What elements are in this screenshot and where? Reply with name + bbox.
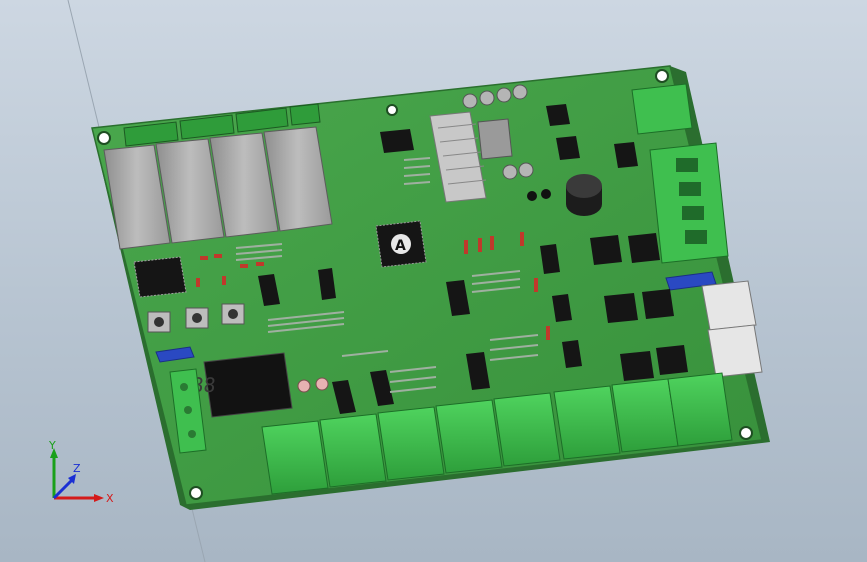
- 3d-viewport[interactable]: 888 A: [0, 0, 867, 562]
- z-axis-arrow: [52, 478, 74, 500]
- axis-triad: Y Z X: [48, 440, 114, 505]
- y-axis-label: Y: [48, 440, 56, 452]
- mounting-hole: [655, 69, 669, 83]
- ic-label: A: [395, 238, 406, 254]
- mounting-hole: [386, 104, 398, 116]
- z-axis-label: Z: [73, 462, 81, 475]
- mounting-hole: [739, 426, 753, 440]
- main-ic: A: [375, 220, 427, 268]
- electrolytic-capacitor: [566, 174, 602, 216]
- pcb-model-scene: 888 A: [67, 0, 770, 562]
- right-terminal-top: [631, 83, 693, 135]
- qfp-chip: [133, 256, 187, 298]
- x-axis-label: X: [106, 492, 114, 505]
- mounting-hole: [189, 486, 203, 500]
- mounting-hole: [97, 131, 111, 145]
- crystal-oscillator: [477, 118, 513, 160]
